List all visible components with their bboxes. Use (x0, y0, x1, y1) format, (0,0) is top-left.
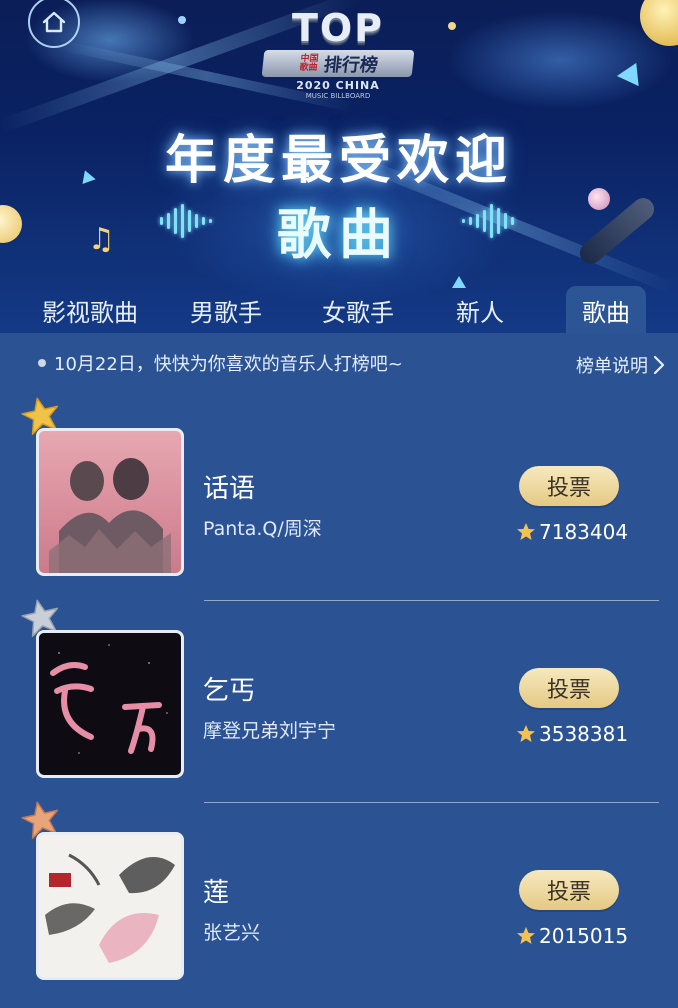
logo-sub: MUSIC BILLBOARD (305, 92, 371, 100)
vote-button[interactable]: 投票 (519, 870, 619, 910)
tab-male-singer[interactable]: 男歌手 (180, 286, 272, 333)
song-artist: 张艺兴 (203, 922, 261, 944)
tab-newcomer[interactable]: 新人 (444, 286, 516, 333)
song-row[interactable]: 话语 Panta.Q/周深 投票 7183404 (0, 397, 678, 604)
decorative-dot (178, 16, 186, 24)
vote-count: 2015015 (516, 924, 628, 948)
tab-film-songs[interactable]: 影视歌曲 (0, 286, 180, 333)
hero-subtitle: 歌曲 (277, 203, 401, 266)
logo-year: 2020 CHINA (296, 79, 380, 92)
top-chart-logo: TOP 中国歌曲 排行榜 2020 CHINA MUSIC BILLBOARD (261, 6, 415, 100)
notice-text: 10月22日，快快为你喜欢的音乐人打榜吧~ (54, 354, 403, 375)
song-artist: Panta.Q/周深 (203, 518, 322, 540)
vote-count-value: 3538381 (539, 722, 629, 746)
sound-wave-right-icon (462, 204, 514, 238)
star-icon (517, 927, 535, 944)
album-cover[interactable] (36, 630, 184, 778)
song-title: 莲 (203, 878, 230, 908)
notice-bar: 10月22日，快快为你喜欢的音乐人打榜吧~ (38, 350, 403, 376)
song-title: 乞丐 (203, 676, 256, 706)
tab-female-singer[interactable]: 女歌手 (272, 286, 444, 333)
album-cover[interactable] (36, 832, 184, 980)
notice-dot-icon (38, 359, 46, 367)
row-divider (204, 600, 659, 601)
rules-label: 榜单说明 (576, 356, 648, 377)
song-artist: 摩登兄弟刘宇宁 (203, 720, 337, 742)
song-row[interactable]: 莲 张艺兴 投票 2015015 (0, 801, 678, 1008)
category-tabs: 影视歌曲 男歌手 女歌手 新人 歌曲 (0, 282, 678, 333)
star-icon (517, 725, 535, 742)
home-button[interactable] (28, 0, 80, 48)
hero-title: 年度最受欢迎 (164, 131, 513, 191)
home-icon (42, 11, 66, 33)
decorative-orb (640, 0, 678, 46)
tab-songs[interactable]: 歌曲 (566, 286, 646, 333)
vote-button[interactable]: 投票 (519, 668, 619, 708)
decorative-dot (448, 22, 456, 30)
hero-banner: ♫ TOP 中国歌曲 排行榜 2020 CHINA MUSIC BILLBOAR… (0, 0, 678, 333)
logo-top-text: TOP (291, 6, 385, 50)
star-icon (517, 523, 535, 540)
vote-count: 3538381 (516, 722, 628, 746)
song-title: 话语 (203, 474, 256, 504)
album-cover[interactable] (36, 428, 184, 576)
song-row[interactable]: 乞丐 摩登兄弟刘宇宁 投票 3538381 (0, 599, 678, 806)
rules-link[interactable]: 榜单说明 (576, 352, 666, 378)
vote-count: 7183404 (516, 520, 628, 544)
vote-count-value: 7183404 (539, 520, 629, 544)
album-art-image (49, 458, 171, 573)
logo-bar: 中国歌曲 排行榜 (261, 50, 415, 77)
chevron-right-icon (653, 355, 665, 375)
album-art-image (45, 853, 175, 963)
row-divider (204, 802, 659, 803)
logo-name-small: 中国歌曲 (299, 53, 320, 73)
vote-button[interactable]: 投票 (519, 466, 619, 506)
album-art-image (50, 644, 168, 754)
logo-name: 排行榜 (322, 54, 379, 76)
decorative-triangle (616, 57, 648, 87)
vote-count-value: 2015015 (539, 924, 629, 948)
